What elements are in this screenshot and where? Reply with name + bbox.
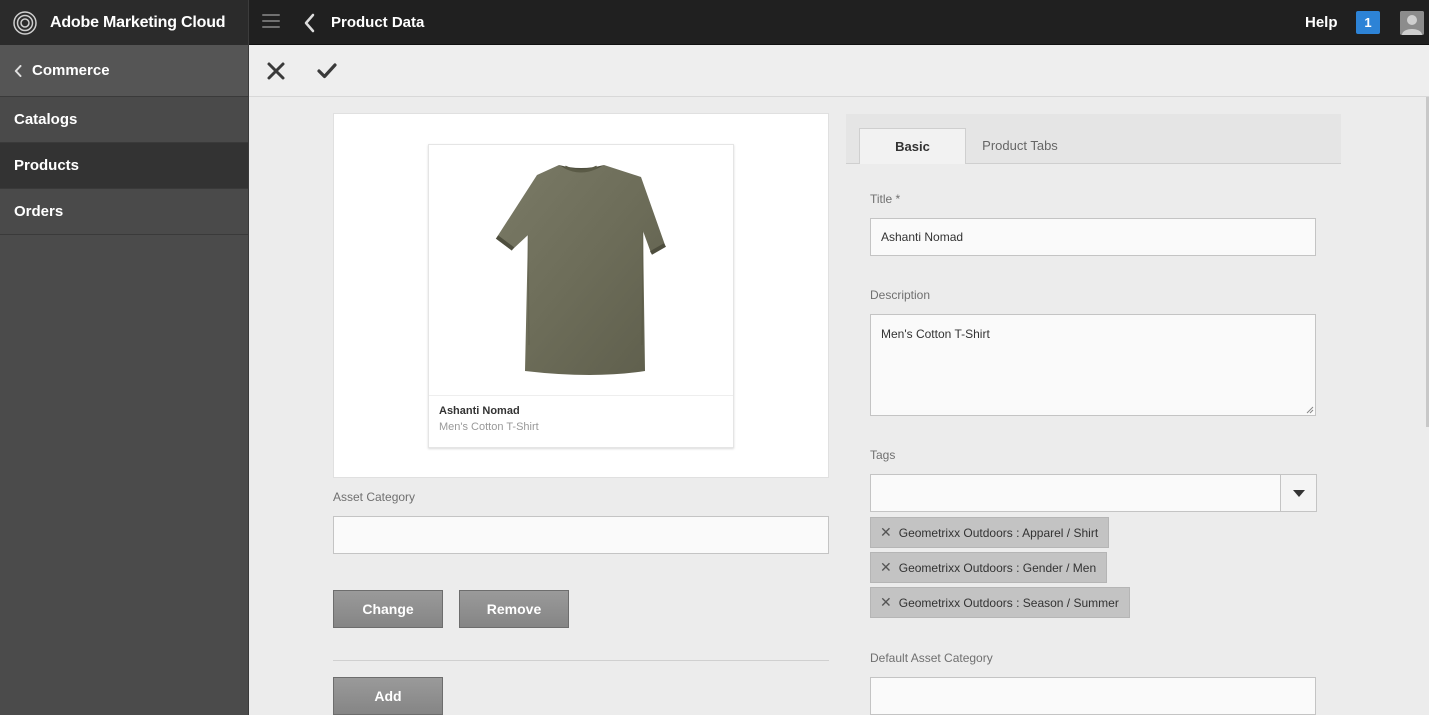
tag-chip: ✕ Geometrixx Outdoors : Gender / Men [870, 552, 1108, 583]
close-icon[interactable]: ✕ [880, 524, 892, 541]
sidebar-back-label: Commerce [32, 62, 110, 79]
description-label: Description [870, 288, 931, 302]
add-button[interactable]: Add [333, 677, 443, 715]
title-input[interactable]: Ashanti Nomad [870, 218, 1316, 256]
sidebar-item-label: Orders [14, 203, 64, 220]
sidebar: Commerce Catalogs Products Orders [0, 45, 249, 715]
action-bar [249, 45, 1429, 97]
product-image-panel: Ashanti Nomad Men's Cotton T-Shirt [333, 113, 829, 478]
product-card-description: Men's Cotton T-Shirt [439, 421, 539, 433]
change-button[interactable]: Change [333, 590, 443, 628]
user-avatar-icon[interactable] [1400, 11, 1424, 35]
brand[interactable]: Adobe Marketing Cloud [0, 0, 249, 45]
product-card-meta: Ashanti Nomad Men's Cotton T-Shirt [429, 395, 733, 447]
asset-category-label: Asset Category [333, 490, 416, 504]
chevron-left-icon [14, 64, 22, 77]
product-image [495, 165, 666, 375]
tags-label: Tags [870, 448, 896, 462]
tabs-bar: Basic Product Tabs [846, 114, 1341, 164]
content-area: Ashanti Nomad Men's Cotton T-Shirt Asset… [249, 97, 1429, 715]
chevron-left-icon[interactable] [303, 13, 315, 33]
checkmark-icon[interactable] [317, 62, 337, 80]
sidebar-item-orders[interactable]: Orders [0, 189, 248, 235]
brand-name: Adobe Marketing Cloud [50, 13, 226, 31]
tag-chip: ✕ Geometrixx Outdoors : Apparel / Shirt [870, 517, 1110, 548]
tag-chip: ✕ Geometrixx Outdoors : Season / Summer [870, 587, 1130, 618]
tab-product-tabs[interactable]: Product Tabs [970, 128, 1070, 164]
tab-basic[interactable]: Basic [859, 128, 966, 164]
product-card[interactable]: Ashanti Nomad Men's Cotton T-Shirt [428, 144, 734, 448]
description-text: Men's Cotton T-Shirt [881, 327, 990, 341]
caret-down-icon [1293, 490, 1305, 497]
asset-category-input[interactable] [333, 516, 829, 554]
default-asset-category-input[interactable] [870, 677, 1316, 715]
help-link[interactable]: Help [1305, 14, 1338, 31]
close-icon[interactable] [265, 60, 287, 82]
description-textarea[interactable]: Men's Cotton T-Shirt [870, 314, 1316, 416]
sidebar-item-label: Products [14, 157, 80, 174]
resize-handle-icon[interactable] [1306, 406, 1314, 414]
notifications-badge[interactable]: 1 [1356, 11, 1380, 34]
sidebar-item-products[interactable]: Products [0, 143, 248, 189]
default-asset-category-label: Default Asset Category [870, 651, 993, 665]
remove-button[interactable]: Remove [459, 590, 569, 628]
tag-label: Geometrixx Outdoors : Apparel / Shirt [898, 525, 1099, 540]
close-icon[interactable]: ✕ [880, 559, 892, 576]
product-card-title: Ashanti Nomad [439, 405, 520, 417]
divider [333, 660, 829, 661]
page-title: Product Data [331, 14, 425, 31]
adobe-marketing-cloud-logo-icon [13, 10, 37, 35]
tag-label: Geometrixx Outdoors : Season / Summer [898, 595, 1119, 610]
sidebar-item-label: Catalogs [14, 111, 78, 128]
close-icon[interactable]: ✕ [880, 594, 892, 611]
hamburger-icon[interactable] [262, 14, 280, 30]
tags-dropdown-button[interactable] [1280, 474, 1317, 512]
title-label: Title * [870, 192, 901, 206]
tag-label: Geometrixx Outdoors : Gender / Men [898, 560, 1097, 575]
sidebar-item-catalogs[interactable]: Catalogs [0, 97, 248, 143]
tags-input[interactable] [870, 474, 1281, 512]
top-bar: Adobe Marketing Cloud Product Data Help … [0, 0, 1429, 45]
sidebar-back-commerce[interactable]: Commerce [0, 45, 248, 97]
